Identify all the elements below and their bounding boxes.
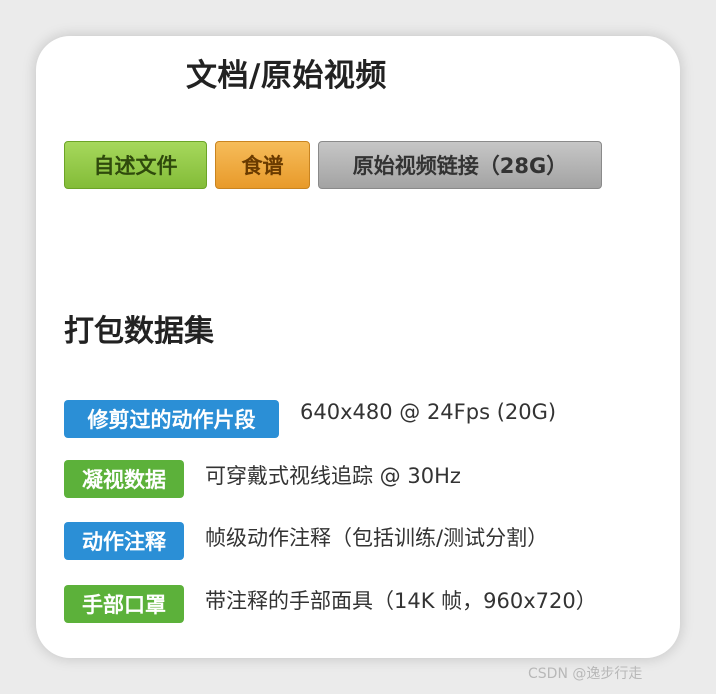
section-title: 打包数据集 bbox=[64, 314, 214, 349]
watermark: CSDN @逸步行走 bbox=[528, 666, 643, 682]
gaze-badge[interactable]: 凝视数据 bbox=[64, 460, 184, 498]
gaze-description: 可穿戴式视线追踪 @ 30Hz bbox=[205, 464, 461, 488]
hand-masks-badge[interactable]: 手部口罩 bbox=[64, 585, 184, 623]
clips-badge[interactable]: 修剪过的动作片段 bbox=[64, 400, 279, 438]
readme-button[interactable]: 自述文件 bbox=[64, 141, 207, 189]
content-card: 文档/原始视频 自述文件 食谱 原始视频链接（28G） 打包数据集 修剪过的动作… bbox=[36, 36, 680, 658]
annotations-badge[interactable]: 动作注释 bbox=[64, 522, 184, 560]
raw-video-link-button[interactable]: 原始视频链接（28G） bbox=[318, 141, 602, 189]
clips-description: 640x480 @ 24Fps (20G) bbox=[300, 400, 557, 424]
recipe-button[interactable]: 食谱 bbox=[215, 141, 310, 189]
hand-masks-description: 带注释的手部面具（14K 帧，960x720） bbox=[205, 589, 597, 613]
annotations-description: 帧级动作注释（包括训练/测试分割） bbox=[205, 526, 549, 550]
page-title: 文档/原始视频 bbox=[186, 58, 387, 94]
